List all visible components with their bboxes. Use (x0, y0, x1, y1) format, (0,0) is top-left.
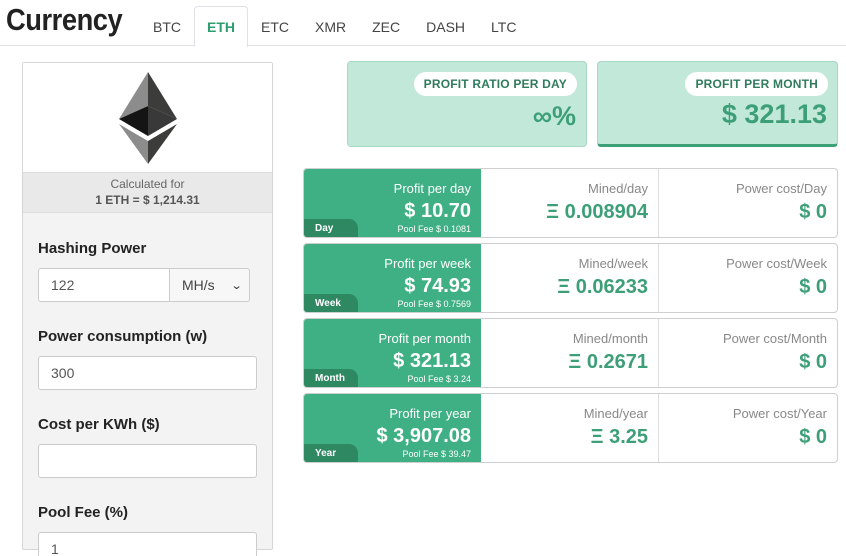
mined-cell: Mined/week Ξ 0.06233 (481, 244, 659, 312)
coin-logo-box (23, 63, 272, 173)
profit-month-label: PROFIT PER MONTH (685, 72, 828, 96)
period-row-week: Profit per week $ 74.93 Pool Fee $ 0.756… (303, 243, 838, 313)
hash-unit-select[interactable]: MH/s ⌄ (170, 268, 250, 302)
tab-zec[interactable]: ZEC (359, 6, 413, 46)
period-tag: Month (304, 369, 358, 387)
profit-value: $ 321.13 (393, 350, 471, 372)
header: Currency BTC ETH ETC XMR ZEC DASH LTC (0, 0, 846, 47)
profit-label: Profit per year (389, 406, 471, 421)
tab-btc[interactable]: BTC (140, 6, 194, 46)
profit-value: $ 3,907.08 (376, 425, 471, 447)
calculator-form: Hashing Power 122 MH/s ⌄ Power consumpti… (23, 240, 272, 556)
mined-label: Mined/day (588, 181, 648, 196)
cost-per-kwh-label: Cost per KWh ($) (38, 416, 160, 433)
calculator-panel: Calculated for 1 ETH = $ 1,214.31 Hashin… (22, 62, 273, 556)
power-cost-cell: Power cost/Month $ 0 (659, 319, 837, 387)
power-consumption-label: Power consumption (w) (38, 328, 208, 345)
power-cost-label: Power cost/Day (735, 181, 827, 196)
tab-ltc[interactable]: LTC (478, 6, 529, 46)
period-row-month: Profit per month $ 321.13 Pool Fee $ 3.2… (303, 318, 838, 388)
power-cost-label: Power cost/Week (726, 256, 827, 271)
mined-value: Ξ 0.2671 (568, 351, 648, 373)
page-title: Currency (6, 2, 123, 37)
power-cost-cell: Power cost/Day $ 0 (659, 169, 837, 237)
mined-value: Ξ 3.25 (590, 426, 648, 448)
pool-fee-label: Pool Fee (%) (38, 504, 129, 521)
tab-dash[interactable]: DASH (413, 6, 478, 46)
mined-label: Mined/month (572, 331, 648, 346)
calculated-for-label: Calculated for (110, 177, 185, 191)
pool-fee-value: Pool Fee $ 39.47 (402, 449, 471, 459)
power-cost-value: $ 0 (799, 351, 827, 373)
profit-ratio-value: ∞% (532, 101, 576, 131)
profit-value: $ 10.70 (404, 200, 471, 222)
profit-ratio-label: PROFIT RATIO PER DAY (413, 72, 577, 96)
profit-cell: Profit per week $ 74.93 Pool Fee $ 0.756… (304, 244, 481, 312)
power-cost-cell: Power cost/Year $ 0 (659, 394, 837, 462)
pool-fee-value: Pool Fee $ 0.1081 (397, 224, 471, 234)
period-tag: Year (304, 444, 358, 462)
power-cost-label: Power cost/Year (732, 406, 827, 421)
profit-month-value: $ 321.13 (721, 99, 827, 129)
profit-label: Profit per month (378, 331, 472, 346)
pool-fee-input[interactable]: 1 (38, 532, 257, 556)
profit-cell: Profit per year $ 3,907.08 Pool Fee $ 39… (304, 394, 481, 462)
profit-label: Profit per week (384, 256, 471, 271)
tab-eth[interactable]: ETH (194, 6, 248, 47)
hashing-power-input[interactable]: 122 (38, 268, 170, 302)
cost-per-kwh-input[interactable] (38, 444, 257, 478)
ethereum-logo-icon (119, 72, 177, 164)
power-consumption-input[interactable]: 300 (38, 356, 257, 390)
profit-cell: Profit per month $ 321.13 Pool Fee $ 3.2… (304, 319, 481, 387)
period-tag: Day (304, 219, 358, 237)
mined-label: Mined/year (583, 406, 648, 421)
profit-value: $ 74.93 (404, 275, 471, 297)
pool-fee-value: Pool Fee $ 0.7569 (397, 299, 471, 309)
mined-cell: Mined/month Ξ 0.2671 (481, 319, 659, 387)
power-cost-value: $ 0 (799, 426, 827, 448)
period-row-day: Profit per day $ 10.70 Pool Fee $ 0.1081… (303, 168, 838, 238)
exchange-rate: 1 ETH = $ 1,214.31 (95, 193, 200, 207)
mined-value: Ξ 0.008904 (546, 201, 648, 223)
mined-cell: Mined/year Ξ 3.25 (481, 394, 659, 462)
hashing-power-row: 122 MH/s ⌄ (38, 268, 257, 302)
hashing-power-label: Hashing Power (38, 240, 147, 257)
profit-ratio-card: PROFIT RATIO PER DAY ∞% (347, 61, 587, 147)
mined-cell: Mined/day Ξ 0.008904 (481, 169, 659, 237)
hash-unit-value: MH/s (182, 277, 215, 293)
power-cost-value: $ 0 (799, 201, 827, 223)
profit-month-card: PROFIT PER MONTH $ 321.13 (597, 61, 838, 147)
tab-xmr[interactable]: XMR (302, 6, 359, 46)
rate-box: Calculated for 1 ETH = $ 1,214.31 (23, 173, 272, 213)
currency-tabs: BTC ETH ETC XMR ZEC DASH LTC (140, 6, 529, 47)
power-cost-value: $ 0 (799, 276, 827, 298)
profit-label: Profit per day (393, 181, 471, 196)
pool-fee-value: Pool Fee $ 3.24 (407, 374, 471, 384)
mined-value: Ξ 0.06233 (557, 276, 648, 298)
power-cost-label: Power cost/Month (722, 331, 827, 346)
chevron-down-icon: ⌄ (230, 279, 243, 292)
mined-label: Mined/week (578, 256, 648, 271)
power-cost-cell: Power cost/Week $ 0 (659, 244, 837, 312)
tab-etc[interactable]: ETC (248, 6, 302, 46)
profit-cell: Profit per day $ 10.70 Pool Fee $ 0.1081… (304, 169, 481, 237)
period-row-year: Profit per year $ 3,907.08 Pool Fee $ 39… (303, 393, 838, 463)
period-tag: Week (304, 294, 358, 312)
